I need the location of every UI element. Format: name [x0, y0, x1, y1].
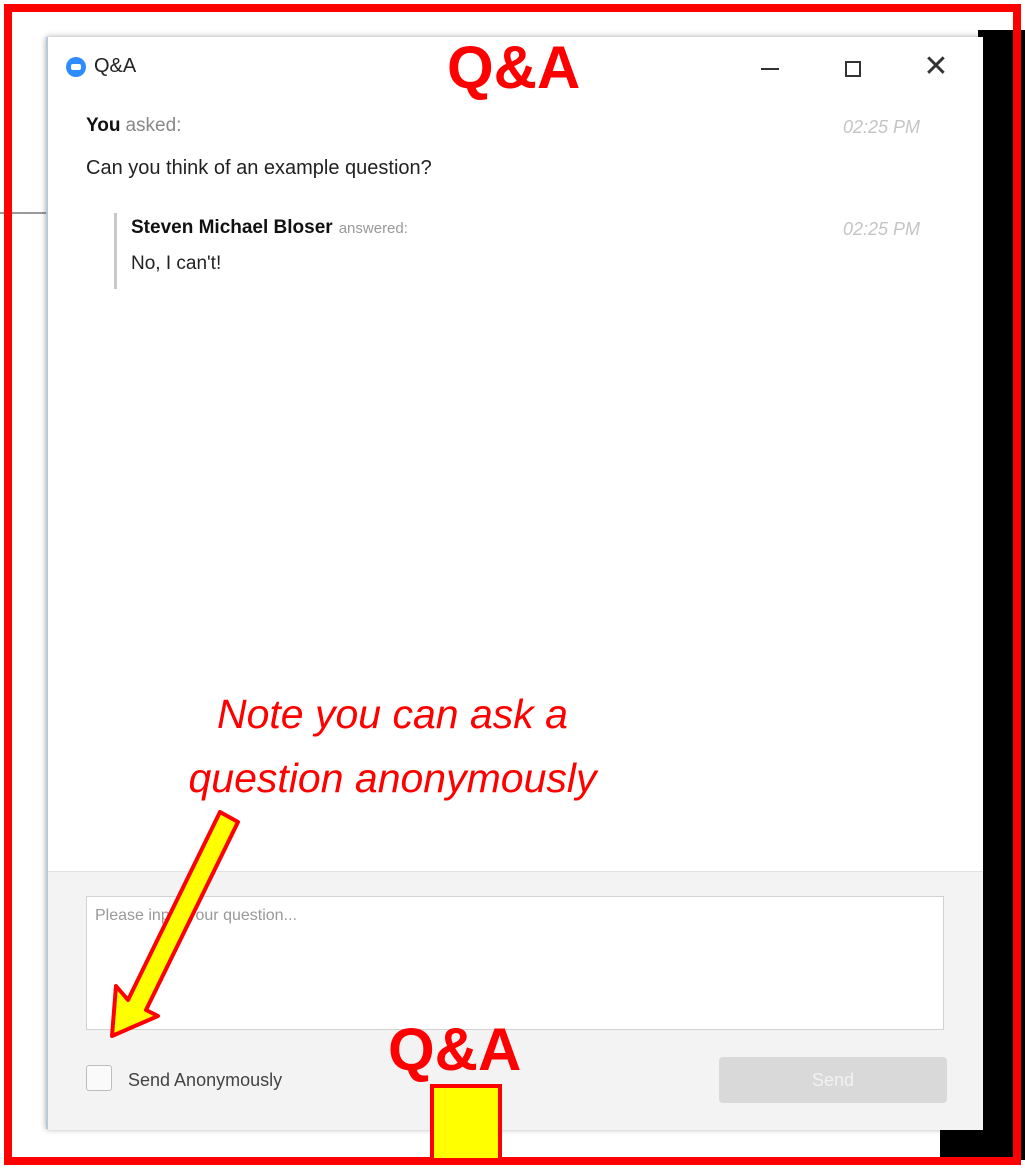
- question-text: Can you think of an example question?: [86, 157, 432, 179]
- annotation-note-line-1: Note you can ask a: [217, 691, 568, 737]
- send-anonymously-label: Send Anonymously: [128, 1070, 283, 1090]
- question-asker: You: [86, 115, 121, 136]
- answer-text: No, I can't!: [131, 253, 222, 274]
- background-black-strip: [978, 30, 1025, 1160]
- annotation-title-top: Q&A: [447, 34, 581, 101]
- answerer-name: Steven Michael Bloser: [131, 217, 333, 238]
- question-verb: asked:: [125, 115, 182, 136]
- question-input[interactable]: [86, 896, 944, 1030]
- close-icon[interactable]: ✕: [914, 47, 958, 87]
- answer-header: Steven Michael Bloser answered:: [131, 217, 408, 239]
- window-title: Q&A: [94, 55, 137, 77]
- answer-block: Steven Michael Bloser answered: No, I can…: [114, 213, 937, 289]
- annotation-title-bottom: Q&A: [388, 1016, 522, 1083]
- zoom-logo-icon: [66, 57, 86, 77]
- question-compose-area: Send Anonymously Send: [48, 871, 983, 1130]
- question-timestamp: 02:25 PM: [843, 117, 921, 137]
- send-anonymously-checkbox[interactable]: [86, 1065, 112, 1091]
- minimize-icon[interactable]: [748, 47, 792, 87]
- maximize-icon[interactable]: [831, 47, 875, 87]
- send-button[interactable]: Send: [719, 1057, 947, 1103]
- question-header: You asked:: [86, 115, 181, 137]
- answer-verb: answered:: [338, 220, 408, 237]
- annotation-note-line-2: question anonymously: [188, 755, 597, 801]
- qa-window: Q&A ✕ You asked: 02:25 PM Can you think o…: [46, 37, 983, 1130]
- answer-timestamp: 02:25 PM: [843, 219, 921, 239]
